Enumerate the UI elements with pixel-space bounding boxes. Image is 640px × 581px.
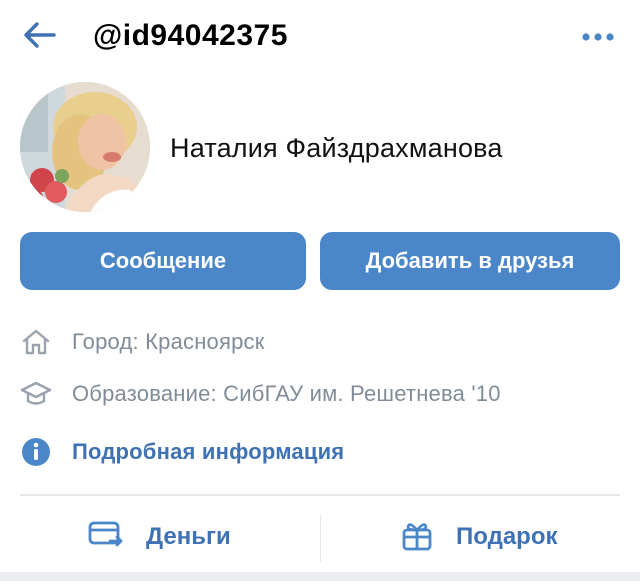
- more-options-button[interactable]: [576, 22, 620, 54]
- bottom-separator: [0, 572, 640, 581]
- money-transfer-icon: [88, 519, 124, 556]
- profile-name: Наталия Файздрахманова: [170, 133, 503, 163]
- home-icon: [20, 326, 52, 358]
- divider: [20, 494, 620, 496]
- education-icon: [20, 378, 52, 410]
- message-button[interactable]: Сообщение: [20, 232, 306, 290]
- gift-button[interactable]: Подарок: [400, 514, 558, 560]
- profile-username: @id94042375: [93, 19, 288, 52]
- money-button[interactable]: Деньги: [88, 514, 231, 560]
- top-bar: @id94042375: [0, 0, 640, 72]
- gift-label: Подарок: [456, 523, 558, 550]
- info-city: Город: Красноярск: [0, 322, 640, 362]
- back-button[interactable]: [18, 18, 62, 56]
- education-text: Образование: СибГАУ им. Решетнева '10: [72, 381, 501, 406]
- city-text: Город: Красноярск: [72, 329, 265, 354]
- profile-photo: [20, 82, 150, 212]
- more-horizontal-icon: [581, 29, 615, 47]
- info-icon: [20, 436, 52, 468]
- avatar[interactable]: [20, 82, 150, 212]
- gift-icon: [400, 518, 434, 557]
- info-education: Образование: СибГАУ им. Решетнева '10: [0, 374, 640, 414]
- money-label: Деньги: [146, 523, 231, 550]
- arrow-left-icon: [23, 21, 57, 54]
- details-link[interactable]: Подробная информация: [0, 432, 640, 472]
- vertical-divider: [320, 514, 321, 562]
- details-link-text[interactable]: Подробная информация: [72, 438, 344, 466]
- add-friend-button[interactable]: Добавить в друзья: [320, 232, 620, 290]
